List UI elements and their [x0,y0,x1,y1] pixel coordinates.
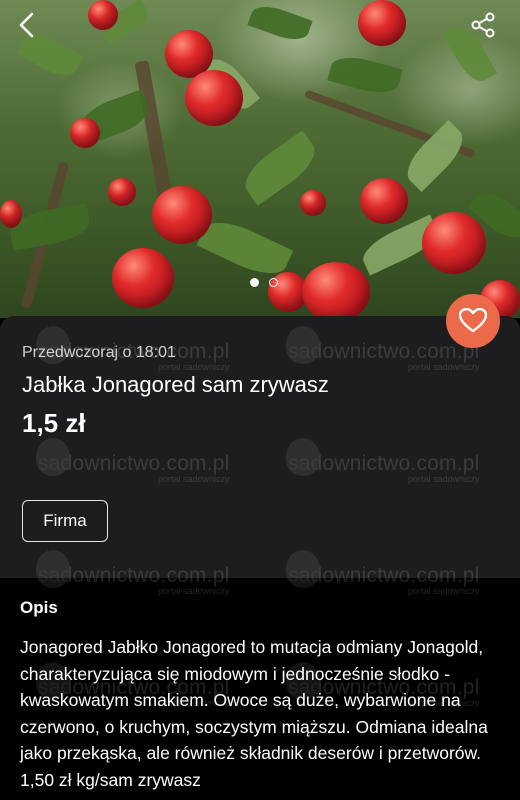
listing-photo[interactable] [0,0,520,318]
seller-type-button[interactable]: Firma [22,500,108,542]
description-text: Jonagored Jabłko Jonagored to mutacja od… [20,637,488,790]
share-icon [471,12,495,38]
gallery-dot[interactable] [269,278,278,287]
gallery-pagination [0,278,520,287]
posted-timestamp: Przedwczoraj o 18:01 [22,344,176,361]
favorite-button[interactable] [446,294,500,348]
heart-icon [459,308,487,333]
back-button[interactable] [12,10,42,40]
listing-info-card: Przedwczoraj o 18:01 Jabłka Jonagored sa… [0,316,520,578]
gallery-dot-active[interactable] [250,278,259,287]
description-heading: Opis [20,598,58,617]
listing-price: 1,5 zł [22,408,86,438]
listing-title: Jabłka Jonagored sam zrywasz [22,372,329,397]
description-section: Opis Jonagored Jabłko Jonagored to mutac… [0,578,520,800]
back-arrow-icon [19,12,34,38]
share-button[interactable] [468,10,498,40]
